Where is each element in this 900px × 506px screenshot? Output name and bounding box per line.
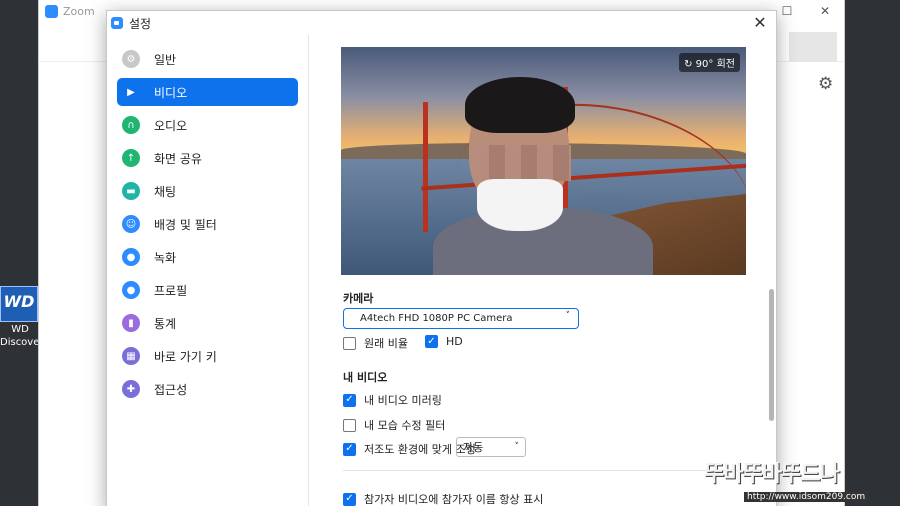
lowlight-mode-select[interactable]: 자동 ˅ <box>456 437 526 457</box>
sidebar-item-10[interactable]: ✚ 접근성 <box>117 375 298 403</box>
blurred-profile <box>789 32 837 62</box>
dialog-title: 설정 <box>129 16 152 31</box>
sidebar-item-label: 배경 및 필터 <box>154 217 217 232</box>
show-names-checkbox[interactable]: ✓ 참가자 비디오에 참가자 이름 항상 표시 <box>343 491 543 506</box>
window-close-button[interactable]: ✕ <box>806 0 844 22</box>
touchup-checkbox[interactable]: 내 모습 수정 필터 <box>343 417 445 433</box>
zoom-logo-icon <box>45 4 58 18</box>
zoom-logo-icon <box>111 17 123 29</box>
settings-sidebar: ⚙ 일반 ▶ 비디오 ∩ 오디오 ↑ 화면 공유 ▬ 채팅 ☺ 배경 및 필터 ● 녹화 ● 프로필 ▮ 통계 ▦ 바… <box>107 35 309 506</box>
sidebar-item-4[interactable]: ▬ 채팅 <box>117 177 298 205</box>
camera-select-value: A4tech FHD 1080P PC Camera <box>360 313 513 324</box>
sidebar-item-3[interactable]: ↑ 화면 공유 <box>117 144 298 172</box>
sidebar-item-9[interactable]: ▦ 바로 가기 키 <box>117 342 298 370</box>
share-screen-icon: ↑ <box>122 149 140 167</box>
sidebar-item-5[interactable]: ☺ 배경 및 필터 <box>117 210 298 238</box>
sidebar-item-label: 프로필 <box>154 283 188 298</box>
checkbox-box[interactable] <box>343 336 356 350</box>
sidebar-item-0[interactable]: ⚙ 일반 <box>117 45 298 73</box>
sidebar-item-label: 일반 <box>154 52 177 67</box>
gear-icon: ⚙ <box>122 50 140 68</box>
show-names-label: 참가자 비디오에 참가자 이름 항상 표시 <box>364 493 544 506</box>
statistics-icon: ▮ <box>122 314 140 332</box>
background-person-icon: ☺ <box>122 215 140 233</box>
headphones-icon: ∩ <box>122 116 140 134</box>
watermark-text: 뚜바뚜바뚜드나 <box>704 462 840 487</box>
chat-bubble-icon: ▬ <box>122 182 140 200</box>
sidebar-item-label: 접근성 <box>154 382 188 397</box>
checkbox-box[interactable]: ✓ <box>343 492 356 506</box>
sidebar-item-6[interactable]: ● 녹화 <box>117 243 298 271</box>
mirror-label: 내 비디오 미러링 <box>364 394 442 407</box>
keyboard-icon: ▦ <box>122 347 140 365</box>
sidebar-item-8[interactable]: ▮ 통계 <box>117 309 298 337</box>
video-settings-panel: ↻ 90° 회전 카메라 A4tech FHD 1080P PC Camera … <box>309 35 776 506</box>
chevron-down-icon: ˅ <box>565 311 571 321</box>
scrollbar[interactable] <box>769 289 774 421</box>
record-icon: ● <box>122 248 140 266</box>
settings-dialog: 설정 ✕ ⚙ 일반 ▶ 비디오 ∩ 오디오 ↑ 화면 공유 ▬ 채팅 ☺ 배경 및 필터 ● 녹화 ● 프로필… <box>106 10 777 506</box>
dialog-titlebar: 설정 <box>107 11 776 35</box>
rotate-90-button[interactable]: ↻ 90° 회전 <box>679 53 740 72</box>
original-ratio-checkbox[interactable]: 원래 비율 <box>343 335 408 351</box>
face-blur <box>473 145 571 181</box>
close-icon[interactable]: ✕ <box>750 13 770 33</box>
watermark-url: http://www.idsom209.com <box>744 492 869 502</box>
camera-heading: 카메라 <box>343 292 374 305</box>
gear-icon[interactable]: ⚙ <box>818 74 833 94</box>
original-ratio-label: 원래 비율 <box>364 337 408 350</box>
accessibility-icon: ✚ <box>122 380 140 398</box>
sidebar-item-1[interactable]: ▶ 비디오 <box>117 78 298 106</box>
checkbox-box[interactable]: ✓ <box>425 335 438 348</box>
chevron-down-icon: ˅ <box>514 442 520 452</box>
hd-label: HD <box>446 335 463 348</box>
sidebar-item-label: 녹화 <box>154 250 177 265</box>
touchup-label: 내 모습 수정 필터 <box>364 419 446 432</box>
checkbox-box[interactable]: ✓ <box>343 393 356 407</box>
sidebar-item-label: 바로 가기 키 <box>154 349 217 364</box>
wd-discovery-icon[interactable]: WD <box>0 286 38 322</box>
zoom-window-title: Zoom <box>63 4 95 18</box>
person-hair <box>465 77 575 133</box>
sidebar-item-label: 채팅 <box>154 184 177 199</box>
hd-checkbox[interactable]: ✓ HD <box>425 335 463 348</box>
camera-preview: ↻ 90° 회전 <box>341 47 746 275</box>
sidebar-item-label: 화면 공유 <box>154 151 202 166</box>
mirror-checkbox[interactable]: ✓ 내 비디오 미러링 <box>343 392 442 408</box>
camera-select[interactable]: A4tech FHD 1080P PC Camera ˅ <box>343 308 579 329</box>
sidebar-item-label: 통계 <box>154 316 177 331</box>
section-divider <box>343 470 748 471</box>
sidebar-item-label: 비디오 <box>154 85 188 100</box>
face-mask <box>477 179 563 231</box>
lowlight-mode-value: 자동 <box>463 441 484 454</box>
profile-icon: ● <box>122 281 140 299</box>
watermark: 뚜바뚜바뚜드나 http://www.idsom209.com <box>704 456 886 502</box>
video-camera-icon: ▶ <box>127 86 135 98</box>
sidebar-item-label: 오디오 <box>154 118 188 133</box>
sidebar-item-2[interactable]: ∩ 오디오 <box>117 111 298 139</box>
my-video-heading: 내 비디오 <box>343 371 388 384</box>
checkbox-box[interactable]: ✓ <box>343 442 356 456</box>
wd-discovery-label: WD Discovery <box>0 324 50 348</box>
sidebar-item-7[interactable]: ● 프로필 <box>117 276 298 304</box>
checkbox-box[interactable] <box>343 418 356 432</box>
